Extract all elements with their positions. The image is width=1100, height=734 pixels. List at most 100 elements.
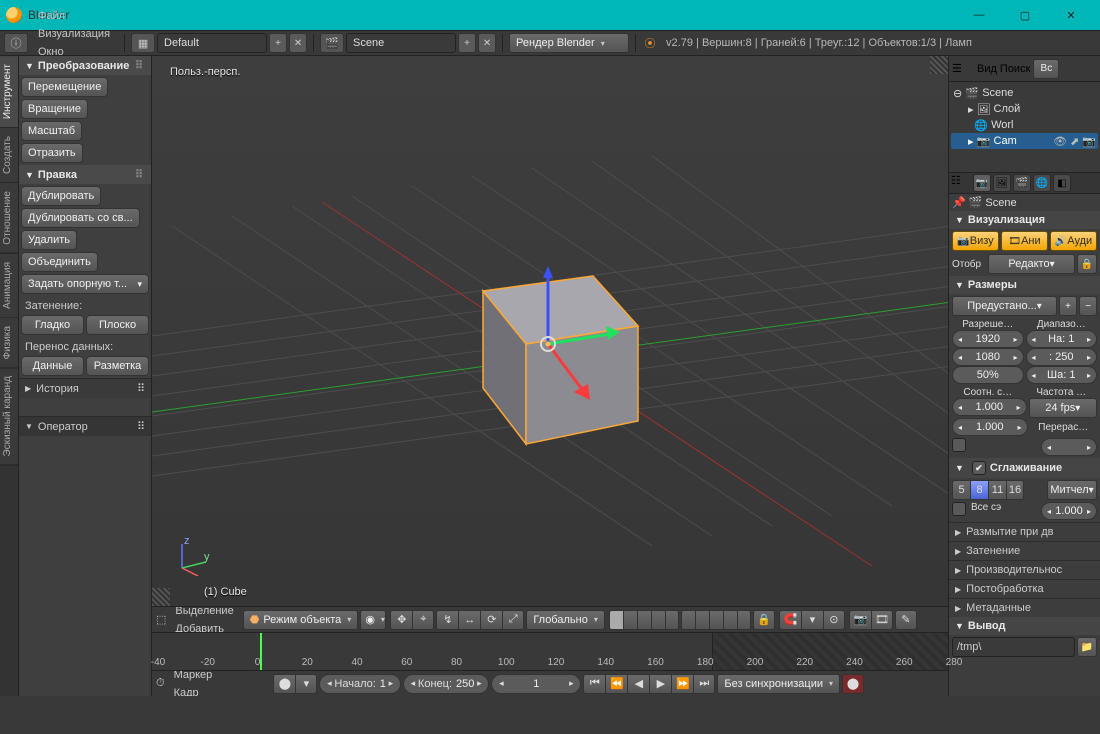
tool-Отразить[interactable]: Отразить [21,143,83,163]
aa-samples-16[interactable]: 16 [1006,480,1024,500]
layout-name-field[interactable]: Default [157,33,267,53]
pin-icon[interactable]: 📌 [952,196,966,209]
scene-name-field[interactable]: Scene [346,33,456,53]
tab-scene[interactable]: 🎬 [1013,174,1031,192]
sync-mode-dropdown[interactable]: Без синхронизации▾ [717,674,840,694]
timeline-area[interactable]: -40-200204060801001201401601802002202402… [152,632,948,670]
editor-type-info-icon[interactable]: ⓘ [4,33,28,53]
panel-header-collapsed[interactable]: ▶Производительнос [949,560,1100,579]
panel-header-collapsed[interactable]: ▶Размытие при дв [949,522,1100,541]
vtab-2[interactable]: Отношение [0,183,18,254]
frame-end-field[interactable]: ◂Конец:250▸ [403,674,489,694]
aspect-x-field[interactable]: ◂1.000▸ [952,398,1027,416]
editor-type-outliner-icon[interactable]: ☰ [952,62,974,75]
menu-Визуализация[interactable]: Визуализация [30,25,118,43]
panel-header-collapsed[interactable]: ▶Метаданные [949,598,1100,617]
manipulator-scale[interactable]: ⤢ [502,610,524,630]
jump-next-keyframe-button[interactable]: ⏩ [671,674,693,694]
play-button[interactable]: ▶ [649,674,671,694]
window-maximize-button[interactable]: ▢ [1002,0,1048,30]
tool-Масштаб[interactable]: Масштаб [21,121,82,141]
editor-type-3dview-icon[interactable]: ⬚ [156,613,166,626]
render-anim-preview-button[interactable]: 🎞 [871,610,893,630]
render-preset-dropdown[interactable]: Предустано... ▾ [952,296,1057,316]
tool-Вращение[interactable]: Вращение [21,99,88,119]
vtab-3[interactable]: Анимация [0,254,18,318]
remap-old-field[interactable]: ◂ ▸ [1041,438,1097,456]
vtab-4[interactable]: Физика [0,318,18,369]
render-anim-button[interactable]: 🎞Ани [1001,231,1048,251]
antialias-checkbox[interactable]: ✔ [972,461,986,475]
tool-Объединить[interactable]: Объединить [21,252,98,272]
layers-group-2[interactable] [681,610,751,630]
view3d-menu-Выделение[interactable]: Выделение [168,606,240,620]
snap-target-dropdown[interactable]: ⊙ [823,610,845,630]
timeline-menu-Маркер[interactable]: Маркер [167,670,272,684]
outliner-filter-button[interactable]: Вс [1033,59,1059,79]
viewport-shading-dropdown[interactable]: ◉▾ [360,610,386,630]
render-image-button[interactable]: 📷Визу [952,231,999,251]
resolution-pct-field[interactable]: 50% [952,366,1024,384]
shade-flat-button[interactable]: Плоско [86,315,149,335]
window-close-button[interactable]: ✕ [1048,0,1094,30]
data-transfer-layout-button[interactable]: Разметка [86,356,149,376]
vtab-5[interactable]: Эскизный каранд [0,368,18,465]
output-path-field[interactable]: /tmp\ [952,637,1075,657]
aa-samples-5[interactable]: 5 [952,480,970,500]
lock-ui-toggle[interactable]: 🔒 [1077,254,1097,274]
panel-header-edit[interactable]: ▼Правка⠿ [19,165,151,184]
lock-camera-to-view-toggle[interactable]: 🔒 [753,610,775,630]
preset-remove-button[interactable]: − [1079,296,1097,316]
render-engine-dropdown[interactable]: Рендер Blender▾ [509,33,629,53]
aa-filter-size-field[interactable]: ◂1.000▸ [1041,502,1097,520]
render-icon[interactable]: 📷 [1082,135,1096,148]
manipulator-toggle[interactable]: ↯ [436,610,458,630]
frame-start-field[interactable]: ◂Начало:1▸ [319,674,401,694]
transform-orientation-dropdown[interactable]: Глобально▾ [526,610,605,630]
aa-samples-11[interactable]: 11 [988,480,1006,500]
vtab-1[interactable]: Создать [0,128,18,183]
outliner-scene-row[interactable]: ⊖🎬Scene [951,85,1098,101]
panel-header-render[interactable]: ▼Визуализация [949,211,1100,229]
jump-prev-keyframe-button[interactable]: ⏪ [605,674,627,694]
render-audio-button[interactable]: 🔊Ауди [1050,231,1097,251]
outliner-item[interactable]: ▸🖼Слой [951,101,1098,117]
gpencil-toggle[interactable]: ✎ [895,610,917,630]
tab-render[interactable]: 📷 [973,174,991,192]
resolution-x-field[interactable]: ◂1920▸ [952,330,1024,348]
outliner-item[interactable]: 🌐Worl [951,117,1098,133]
play-reverse-button[interactable]: ◀ [627,674,649,694]
outliner-search-menu[interactable]: Поиск [1000,63,1030,75]
object-mode-dropdown[interactable]: ⬣Режим объекта▾ [243,610,359,630]
snap-toggle[interactable]: 🧲 [779,610,801,630]
cursor-icon[interactable]: ⬈ [1070,135,1079,148]
outliner-tree[interactable]: ⊖🎬Scene ▸🖼Слой 🌐Worl▸📷Cam👁⬈📷 [949,82,1100,172]
panel-header-collapsed[interactable]: ▶Постобработка [949,579,1100,598]
pivot-align-toggle[interactable]: ⌖ [412,610,434,630]
outliner-view-menu[interactable]: Вид [977,63,997,75]
panel-header-output[interactable]: ▼Вывод [949,617,1100,635]
timeline-playhead[interactable] [260,633,262,670]
aa-filter-dropdown[interactable]: Митчел ▾ [1047,480,1097,500]
panel-header-dimensions[interactable]: ▼Размеры [949,276,1100,294]
panel-header-collapsed[interactable]: ▶Затенение [949,541,1100,560]
eye-icon[interactable]: 👁 [1053,135,1067,148]
output-path-browse-button[interactable]: 📁 [1077,637,1097,657]
display-mode-dropdown[interactable]: Редакто ▾ [988,254,1075,274]
panel-header-transform[interactable]: ▼Преобразование⠿ [19,56,151,75]
tool-Перемещение[interactable]: Перемещение [21,77,108,97]
aspect-y-field[interactable]: ◂1.000▸ [952,418,1028,436]
3d-viewport[interactable]: Польз.-персп. (1) Cube [152,56,948,606]
scene-add-button[interactable]: + [458,33,476,53]
record-button[interactable]: ⬤ [842,674,864,694]
border-render-checkbox[interactable] [952,438,966,452]
keying-set-dropdown[interactable]: ▾ [295,674,317,694]
frame-start-prop[interactable]: ◂На: 1▸ [1026,330,1098,348]
timeline-menu-Кадр[interactable]: Кадр [167,684,272,697]
set-origin-dropdown[interactable]: Задать опорную т...▾ [21,274,149,294]
panel-header-antialias[interactable]: ▼✔Сглаживание [949,458,1100,478]
jump-to-end-button[interactable]: ⏭ [693,674,715,694]
view3d-menu-Добавить[interactable]: Добавить [168,620,240,633]
fps-dropdown[interactable]: 24 fps ▾ [1029,398,1098,418]
pivot-point-dropdown[interactable]: ✥ [390,610,412,630]
